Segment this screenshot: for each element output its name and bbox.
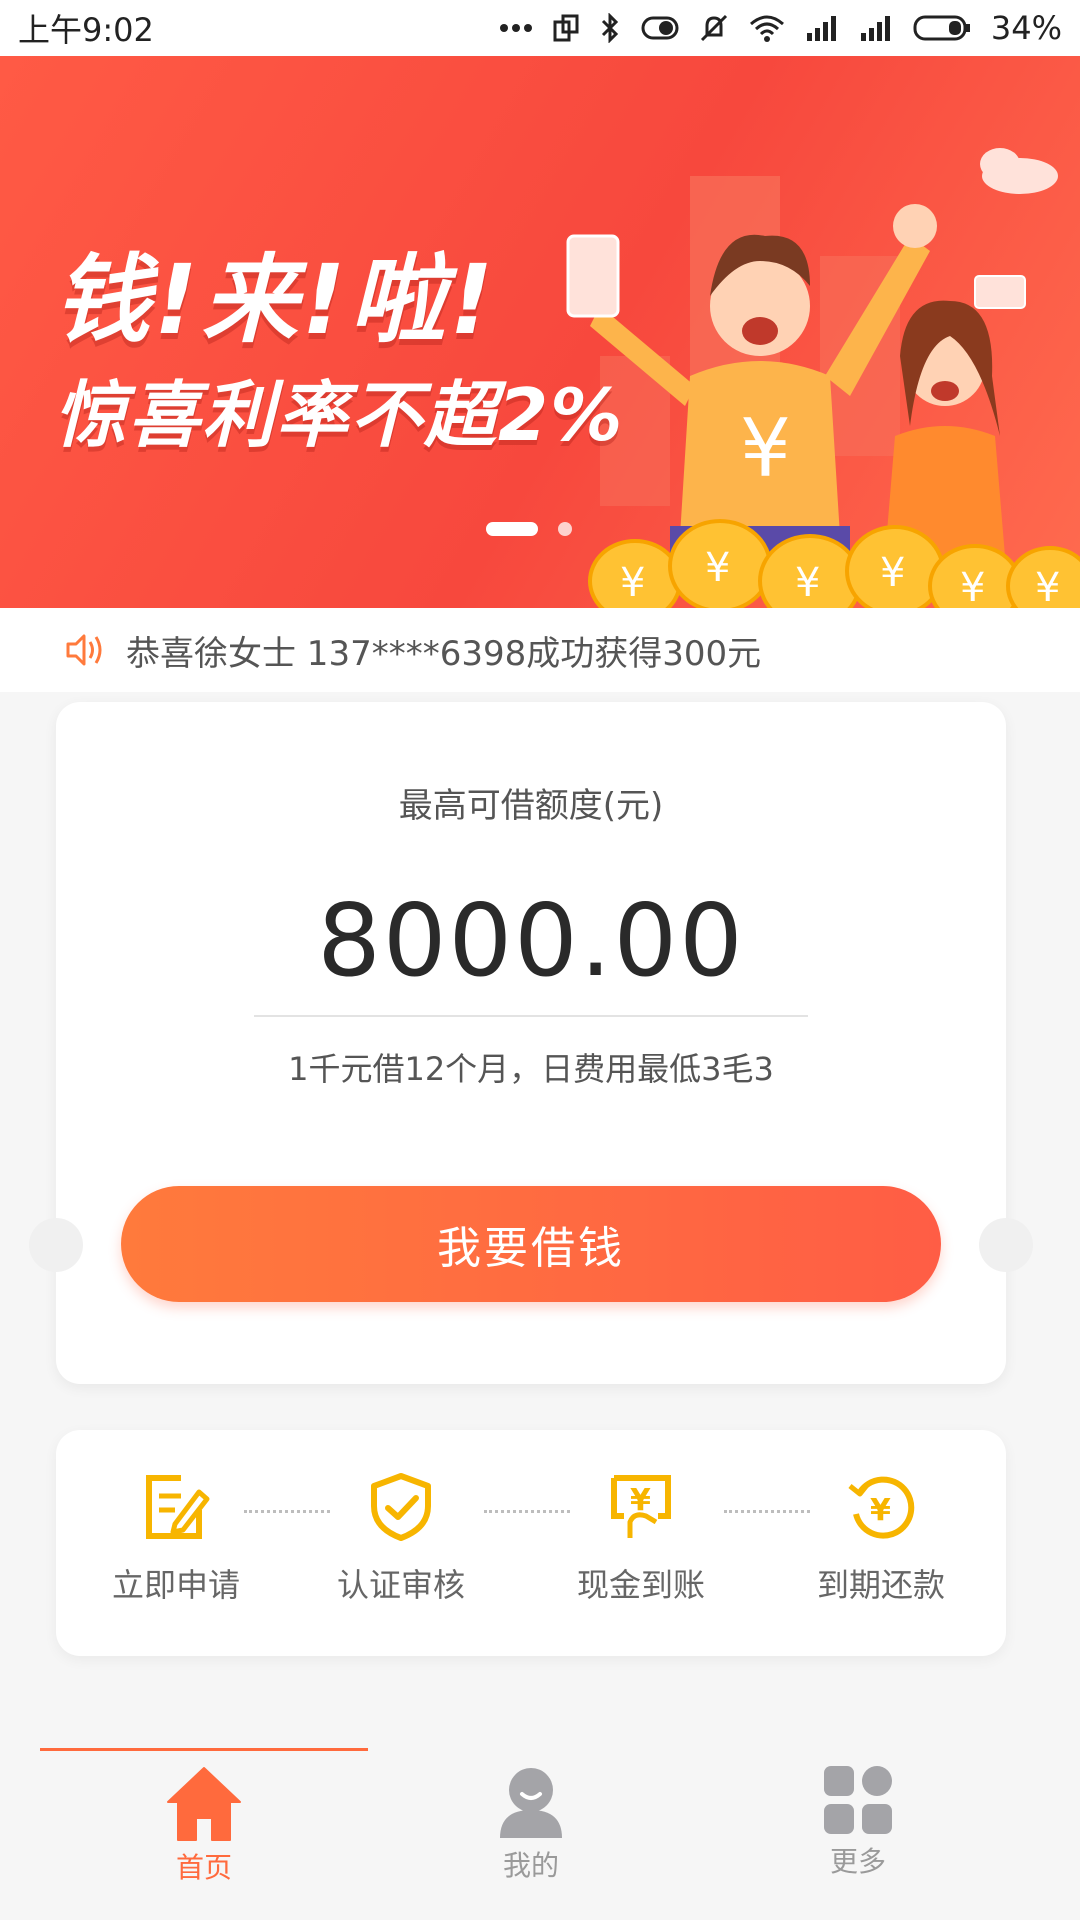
battery-percent: 34% — [990, 9, 1062, 47]
toggle-icon — [641, 16, 679, 40]
banner-dot-active[interactable] — [486, 522, 538, 536]
credit-limit-amount: 8000.00 — [317, 882, 745, 999]
grid-icon — [824, 1766, 892, 1834]
cash-in-icon: ¥ — [611, 1475, 671, 1538]
ticket-notch-left — [29, 1218, 83, 1272]
step-verify: 认证审核 — [311, 1472, 491, 1606]
screenshot-icon — [553, 14, 579, 42]
tab-active-indicator — [40, 1748, 368, 1751]
signal-icon-2 — [860, 16, 890, 41]
step-label: 现金到账 — [576, 1566, 705, 1604]
step-apply: 立即申请 — [86, 1472, 266, 1606]
home-icon — [167, 1767, 241, 1841]
more-dots-icon — [499, 24, 532, 32]
wifi-icon — [749, 15, 784, 42]
divider — [254, 1015, 808, 1017]
battery-icon — [913, 15, 970, 41]
status-time: 上午9:02 — [18, 11, 154, 49]
svg-text:¥: ¥ — [620, 560, 645, 606]
repay-icon: ¥ — [848, 1476, 915, 1539]
svg-text:¥: ¥ — [960, 565, 985, 608]
step-label: 认证审核 — [336, 1566, 465, 1604]
svg-text:¥: ¥ — [705, 545, 730, 591]
announcement-bar: 恭喜徐女士 137****6398成功获得300元 — [0, 608, 1080, 692]
edit-form-icon — [146, 1475, 210, 1539]
tab-label: 我的 — [502, 1849, 559, 1882]
loan-card: 最高可借额度(元) 8000.00 1千元借12个月，日费用最低3毛3 我要借钱 — [29, 702, 1033, 1384]
banner-pagination[interactable] — [486, 522, 572, 536]
svg-text:¥: ¥ — [795, 560, 820, 606]
banner-dot[interactable] — [558, 522, 572, 536]
promo-banner[interactable]: ¥ ¥ ¥ ¥ ¥ ¥ ¥ 钱!来!啦! 惊喜利率不超2% — [0, 56, 1080, 608]
status-bar: 上午9:02 34% — [0, 0, 1080, 56]
banner-title: 钱!来!啦! — [54, 244, 498, 356]
announcement-text: 恭喜徐女士 137****6398成功获得300元 — [126, 633, 762, 674]
shield-check-icon — [371, 1473, 431, 1541]
person-icon — [500, 1768, 562, 1838]
fee-note: 1千元借12个月，日费用最低3毛3 — [288, 1050, 774, 1088]
status-icons: 34% — [499, 9, 1062, 47]
celebration-illustration: ¥ ¥ ¥ ¥ ¥ ¥ ¥ — [566, 148, 1080, 608]
tab-mine[interactable]: 我的 — [431, 1764, 631, 1884]
bluetooth-icon — [601, 13, 618, 43]
banner-subtitle: 惊喜利率不超2% — [54, 373, 625, 457]
credit-limit-label: 最高可借额度(元) — [398, 786, 664, 826]
signal-icon — [806, 16, 836, 41]
tab-label: 首页 — [175, 1851, 232, 1884]
ticket-notch-right — [979, 1218, 1033, 1272]
tab-more[interactable]: 更多 — [758, 1764, 958, 1880]
svg-text:¥: ¥ — [740, 402, 791, 495]
svg-text:¥: ¥ — [1035, 565, 1060, 608]
borrow-button[interactable]: 我要借钱 — [121, 1186, 941, 1302]
speaker-icon — [66, 634, 102, 666]
svg-text:¥: ¥ — [870, 1493, 891, 1528]
step-repay: ¥ 到期还款 — [791, 1472, 971, 1606]
bottom-tab-bar: 首页 我的 更多 — [0, 1744, 1080, 1920]
mute-icon — [700, 14, 727, 42]
tab-home[interactable]: 首页 — [104, 1764, 304, 1886]
step-cash: ¥ 现金到账 — [551, 1472, 731, 1606]
tab-label: 更多 — [829, 1845, 886, 1878]
step-label: 到期还款 — [816, 1566, 945, 1604]
process-steps: 立即申请 认证审核 ¥ 现金到账 ¥ 到期还款 — [56, 1430, 1006, 1656]
svg-text:¥: ¥ — [880, 550, 905, 596]
step-label: 立即申请 — [111, 1566, 240, 1604]
